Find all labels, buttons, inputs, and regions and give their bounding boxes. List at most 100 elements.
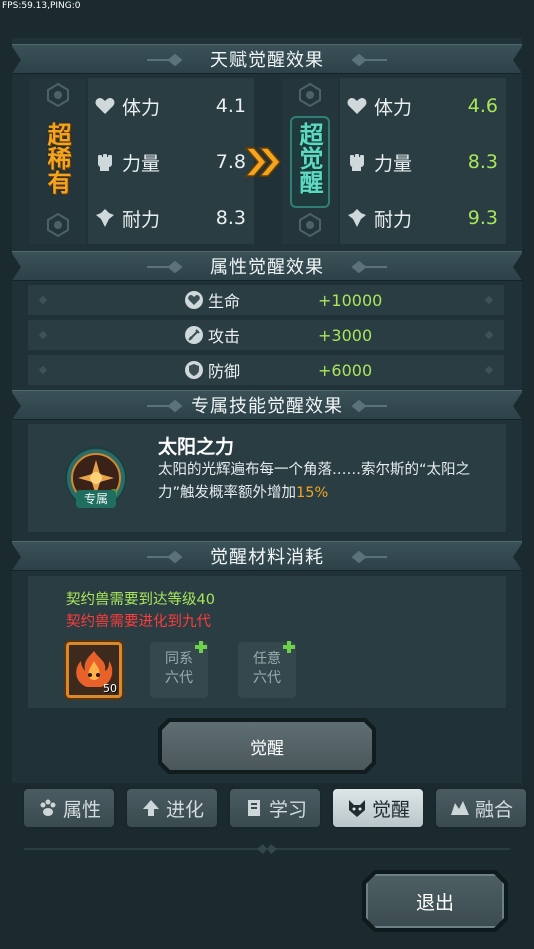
upgrade-arrow-icon bbox=[244, 147, 281, 177]
tab-label: 属性 bbox=[62, 798, 101, 821]
ornament-left-icon bbox=[147, 54, 183, 66]
diamond-icon bbox=[484, 330, 494, 340]
fusion-icon bbox=[450, 801, 469, 815]
stat-value: 7.8 bbox=[215, 151, 246, 173]
section-title: 天赋觉醒效果 bbox=[210, 50, 324, 71]
stat-name: 耐力 bbox=[122, 208, 161, 231]
stat-value: 9.3 bbox=[467, 207, 498, 229]
rank-badge-after: 超觉醒 bbox=[282, 78, 338, 244]
attr-value: +10000 bbox=[318, 290, 383, 310]
skill-description: 太阳的光辉遍布每一个角落……索尔斯的“太阳之力”触发概率额外增加15% bbox=[158, 459, 500, 505]
rank-label-after: 超觉醒 bbox=[295, 122, 323, 194]
requirement-level: 契约兽需要到达等级40 bbox=[66, 592, 215, 608]
stat-value: 4.6 bbox=[467, 95, 498, 117]
material-slot-any[interactable]: 任意 六代 bbox=[238, 641, 296, 698]
slot-line-2: 六代 bbox=[165, 670, 193, 686]
ornament-left-icon bbox=[147, 551, 183, 563]
talent-section-header: 天赋觉醒效果 bbox=[11, 44, 523, 75]
attr-row-atk: 攻击 +3000 bbox=[28, 320, 504, 350]
requirement-evolve: 契约兽需要进化到九代 bbox=[66, 614, 211, 630]
skill-card: 专属 太阳之力 太阳的光辉遍布每一个角落……索尔斯的“太阳之力”触发概率额外增加… bbox=[28, 424, 506, 532]
diamond-icon bbox=[38, 330, 48, 340]
crest-top-icon bbox=[47, 82, 69, 108]
skill-name: 太阳之力 bbox=[158, 436, 235, 458]
ornament-right-icon bbox=[351, 54, 387, 66]
stat-row: 力量 7.8 bbox=[94, 139, 254, 185]
rank-label-before: 超稀有 bbox=[43, 122, 71, 194]
tab-awaken[interactable]: 觉醒 bbox=[331, 787, 425, 829]
attr-section-header: 属性觉醒效果 bbox=[11, 251, 523, 282]
stat-value: 4.1 bbox=[215, 95, 246, 117]
ornament-left-icon bbox=[147, 261, 183, 273]
add-icon bbox=[283, 641, 295, 653]
tab-label: 融合 bbox=[474, 798, 513, 821]
tab-evolve[interactable]: 进化 bbox=[125, 787, 219, 829]
attr-name: 防御 bbox=[208, 362, 241, 381]
skill-emblem[interactable]: 专属 bbox=[64, 446, 128, 510]
section-title: 觉醒材料消耗 bbox=[210, 547, 324, 568]
fps-readout: FPS:59.13,PING:0 bbox=[2, 1, 81, 11]
fist-icon bbox=[98, 154, 112, 171]
attr-name: 攻击 bbox=[208, 327, 241, 346]
diamond-icon bbox=[484, 295, 494, 305]
fist-icon bbox=[350, 154, 364, 171]
diamond-icon bbox=[38, 365, 48, 375]
stat-name: 体力 bbox=[122, 96, 161, 119]
stat-name: 力量 bbox=[374, 152, 413, 175]
crest-top-icon bbox=[299, 82, 321, 108]
attr-row-hp: 生命 +10000 bbox=[28, 285, 504, 315]
diamond-icon bbox=[484, 365, 494, 375]
arrow-up-icon bbox=[142, 800, 159, 816]
stats-before-panel: 体力 4.1 力量 7.8 耐力 8.3 bbox=[88, 78, 254, 244]
awaken-button[interactable]: 觉醒 bbox=[162, 722, 372, 770]
stat-row: 耐力 9.3 bbox=[346, 195, 506, 241]
material-section-header: 觉醒材料消耗 bbox=[11, 541, 523, 572]
shield-icon bbox=[185, 361, 203, 379]
attr-value: +3000 bbox=[318, 325, 373, 345]
heart-icon bbox=[347, 98, 367, 114]
heart-icon bbox=[95, 98, 115, 114]
divider-ornament-icon bbox=[257, 844, 277, 854]
stat-row: 体力 4.6 bbox=[346, 83, 506, 129]
stat-row: 体力 4.1 bbox=[94, 83, 254, 129]
crest-bottom-icon bbox=[299, 212, 321, 238]
tab-learn[interactable]: 学习 bbox=[228, 787, 322, 829]
sword-icon bbox=[185, 326, 203, 344]
book-icon bbox=[247, 800, 260, 816]
stat-row: 耐力 8.3 bbox=[94, 195, 254, 241]
shield-cross-icon bbox=[348, 209, 366, 227]
diamond-icon bbox=[38, 295, 48, 305]
tab-label: 觉醒 bbox=[371, 798, 410, 821]
material-slot-same-type[interactable]: 同系 六代 bbox=[150, 641, 208, 698]
slot-line-2: 六代 bbox=[253, 670, 281, 686]
exclusive-badge: 专属 bbox=[76, 490, 116, 508]
attr-value: +6000 bbox=[318, 360, 373, 380]
tab-label: 学习 bbox=[268, 798, 307, 821]
beast-mask-icon bbox=[348, 800, 365, 817]
exit-button[interactable]: 退出 bbox=[366, 874, 504, 928]
item-count: 50 bbox=[103, 682, 117, 695]
ornament-right-icon bbox=[351, 551, 387, 563]
tab-attributes[interactable]: 属性 bbox=[22, 787, 116, 829]
attr-name: 生命 bbox=[208, 292, 241, 311]
section-title: 专属技能觉醒效果 bbox=[191, 396, 343, 417]
stats-after-panel: 体力 4.6 力量 8.3 耐力 9.3 bbox=[340, 78, 506, 244]
stat-value: 8.3 bbox=[215, 207, 246, 229]
section-title: 属性觉醒效果 bbox=[210, 257, 324, 278]
skill-section-header: 专属技能觉醒效果 bbox=[11, 390, 523, 421]
tab-fusion[interactable]: 融合 bbox=[434, 787, 528, 829]
material-slot-item[interactable]: 50 bbox=[66, 642, 122, 698]
stat-name: 体力 bbox=[374, 96, 413, 119]
ornament-right-icon bbox=[351, 400, 387, 412]
ornament-right-icon bbox=[351, 261, 387, 273]
stat-name: 力量 bbox=[122, 152, 161, 175]
add-icon bbox=[195, 641, 207, 653]
crest-bottom-icon bbox=[47, 212, 69, 238]
stat-name: 耐力 bbox=[374, 208, 413, 231]
tab-label: 进化 bbox=[165, 798, 204, 821]
ornament-left-icon bbox=[147, 400, 183, 412]
stat-value: 8.3 bbox=[467, 151, 498, 173]
rank-badge-before: 超稀有 bbox=[30, 78, 86, 244]
skill-desc-highlight: 15% bbox=[296, 485, 329, 501]
paw-icon bbox=[40, 799, 56, 816]
